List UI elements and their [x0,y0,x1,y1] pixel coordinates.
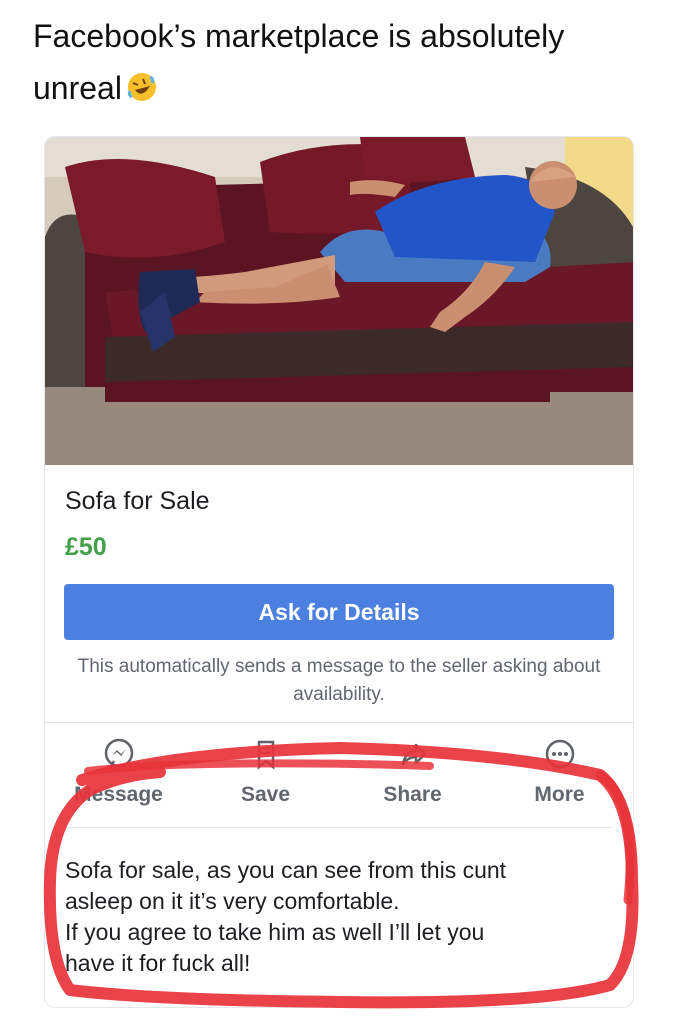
save-action[interactable]: Save [192,737,339,823]
more-icon [545,739,574,769]
bookmark-icon [257,740,274,770]
ask-for-details-button[interactable]: Ask for Details [64,584,614,640]
description-line: have it for fuck all! [65,950,251,976]
listing-photo[interactable] [45,137,633,465]
message-label: Message [74,783,163,806]
caption: Facebook’s marketplace is absolutely unr… [33,10,653,114]
share-action[interactable]: Share [339,737,486,823]
rolling-on-the-floor-laughing-emoji [127,73,156,101]
listing-actions: Message Save Share More [45,737,633,823]
listing-description: Sofa for sale, as you can see from this … [65,855,613,979]
more-action[interactable]: More [486,737,633,823]
ask-details-note: This automatically sends a message to th… [77,656,601,705]
marketplace-listing-card: Sofa for Sale £50 Ask for Details This a… [45,137,633,1007]
divider [65,827,613,828]
divider [45,722,633,723]
share-label: Share [383,783,442,806]
description-line: Sofa for sale, as you can see from this … [65,857,507,883]
caption-text: Facebook’s marketplace is absolutely unr… [33,18,565,106]
listing-price: £50 [65,533,107,561]
description-line: asleep on it it’s very comfortable. [65,888,400,914]
message-action[interactable]: Message [45,737,192,823]
share-icon [401,743,426,766]
listing-title: Sofa for Sale [65,487,210,515]
meme-screenshot: Facebook’s marketplace is absolutely unr… [0,0,678,1024]
save-label: Save [240,783,291,806]
description-line: If you agree to take him as well I’ll le… [65,919,485,945]
more-label: More [534,783,585,806]
messenger-icon [104,738,133,768]
